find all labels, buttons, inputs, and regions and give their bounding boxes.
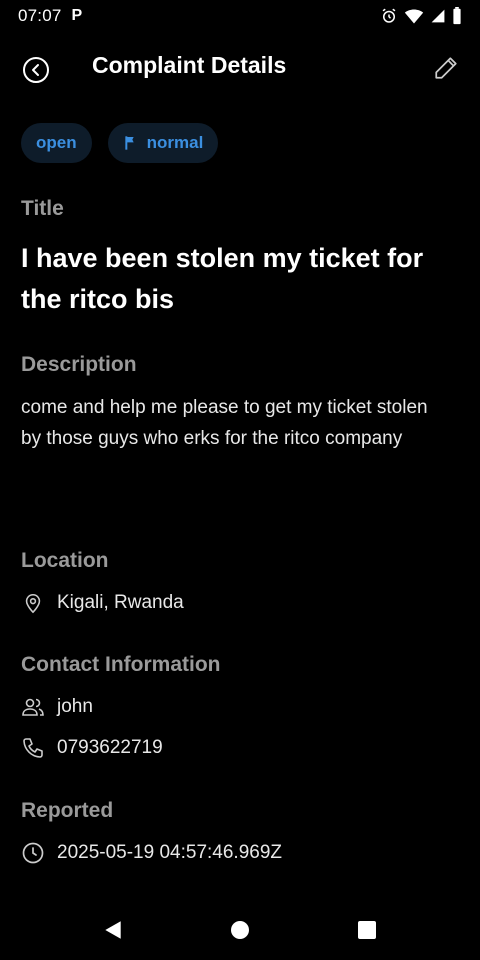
- chip-row: open normal: [21, 123, 219, 163]
- nav-back-icon: [105, 921, 122, 939]
- contact-name: john: [57, 696, 93, 717]
- edit-pencil-icon: [435, 57, 457, 79]
- wifi-icon: [404, 7, 424, 25]
- phone-icon: [21, 736, 45, 760]
- nav-home-button[interactable]: [220, 910, 260, 950]
- users-icon: [21, 695, 45, 719]
- description-label: Description: [21, 353, 137, 376]
- location-label: Location: [21, 549, 109, 572]
- status-chip: open: [21, 123, 92, 163]
- contact-label: Contact Information: [21, 653, 221, 676]
- page-title: Complaint Details: [92, 52, 287, 78]
- nav-recents-icon: [357, 921, 376, 939]
- complaint-description: come and help me please to get my ticket…: [21, 397, 428, 449]
- app-bar: Complaint Details: [0, 40, 480, 96]
- flag-icon: [124, 136, 134, 150]
- contact-phone-row: 0793622719: [21, 736, 163, 760]
- nav-home-icon: [230, 921, 249, 939]
- location-text: Kigali, Rwanda: [57, 592, 184, 613]
- nav-back-button[interactable]: [93, 910, 133, 950]
- reported-timestamp: 2025-05-19 04:57:46.969Z: [57, 842, 283, 863]
- app-indicator-icon: P: [71, 7, 83, 24]
- system-nav-bar: [0, 900, 480, 960]
- reported-label: Reported: [21, 799, 114, 822]
- reported-row: 2025-05-19 04:57:46.969Z: [21, 841, 282, 865]
- status-time: 07:07: [18, 6, 62, 25]
- battery-icon: [452, 7, 462, 25]
- location-pin-icon: [21, 591, 45, 615]
- priority-chip-label: normal: [146, 133, 204, 152]
- signal-icon: [430, 7, 446, 25]
- status-bar: 07:07 P: [0, 0, 480, 32]
- back-circle-icon: [23, 57, 49, 83]
- back-button[interactable]: [20, 54, 52, 86]
- complaint-title: I have been stolen my ticket for the rit…: [21, 243, 424, 314]
- clock-icon: [21, 841, 45, 865]
- priority-chip: normal: [107, 123, 219, 163]
- location-row: Kigali, Rwanda: [21, 591, 184, 615]
- alarm-icon: [380, 7, 398, 25]
- title-label: Title: [21, 197, 64, 220]
- status-bar-left: 07:07 P: [18, 6, 82, 26]
- edit-button[interactable]: [430, 52, 462, 84]
- nav-recents-button[interactable]: [347, 910, 387, 950]
- status-bar-right: [380, 7, 462, 25]
- status-chip-label: open: [36, 133, 77, 152]
- contact-phone: 0793622719: [57, 737, 163, 758]
- contact-name-row: john: [21, 695, 93, 719]
